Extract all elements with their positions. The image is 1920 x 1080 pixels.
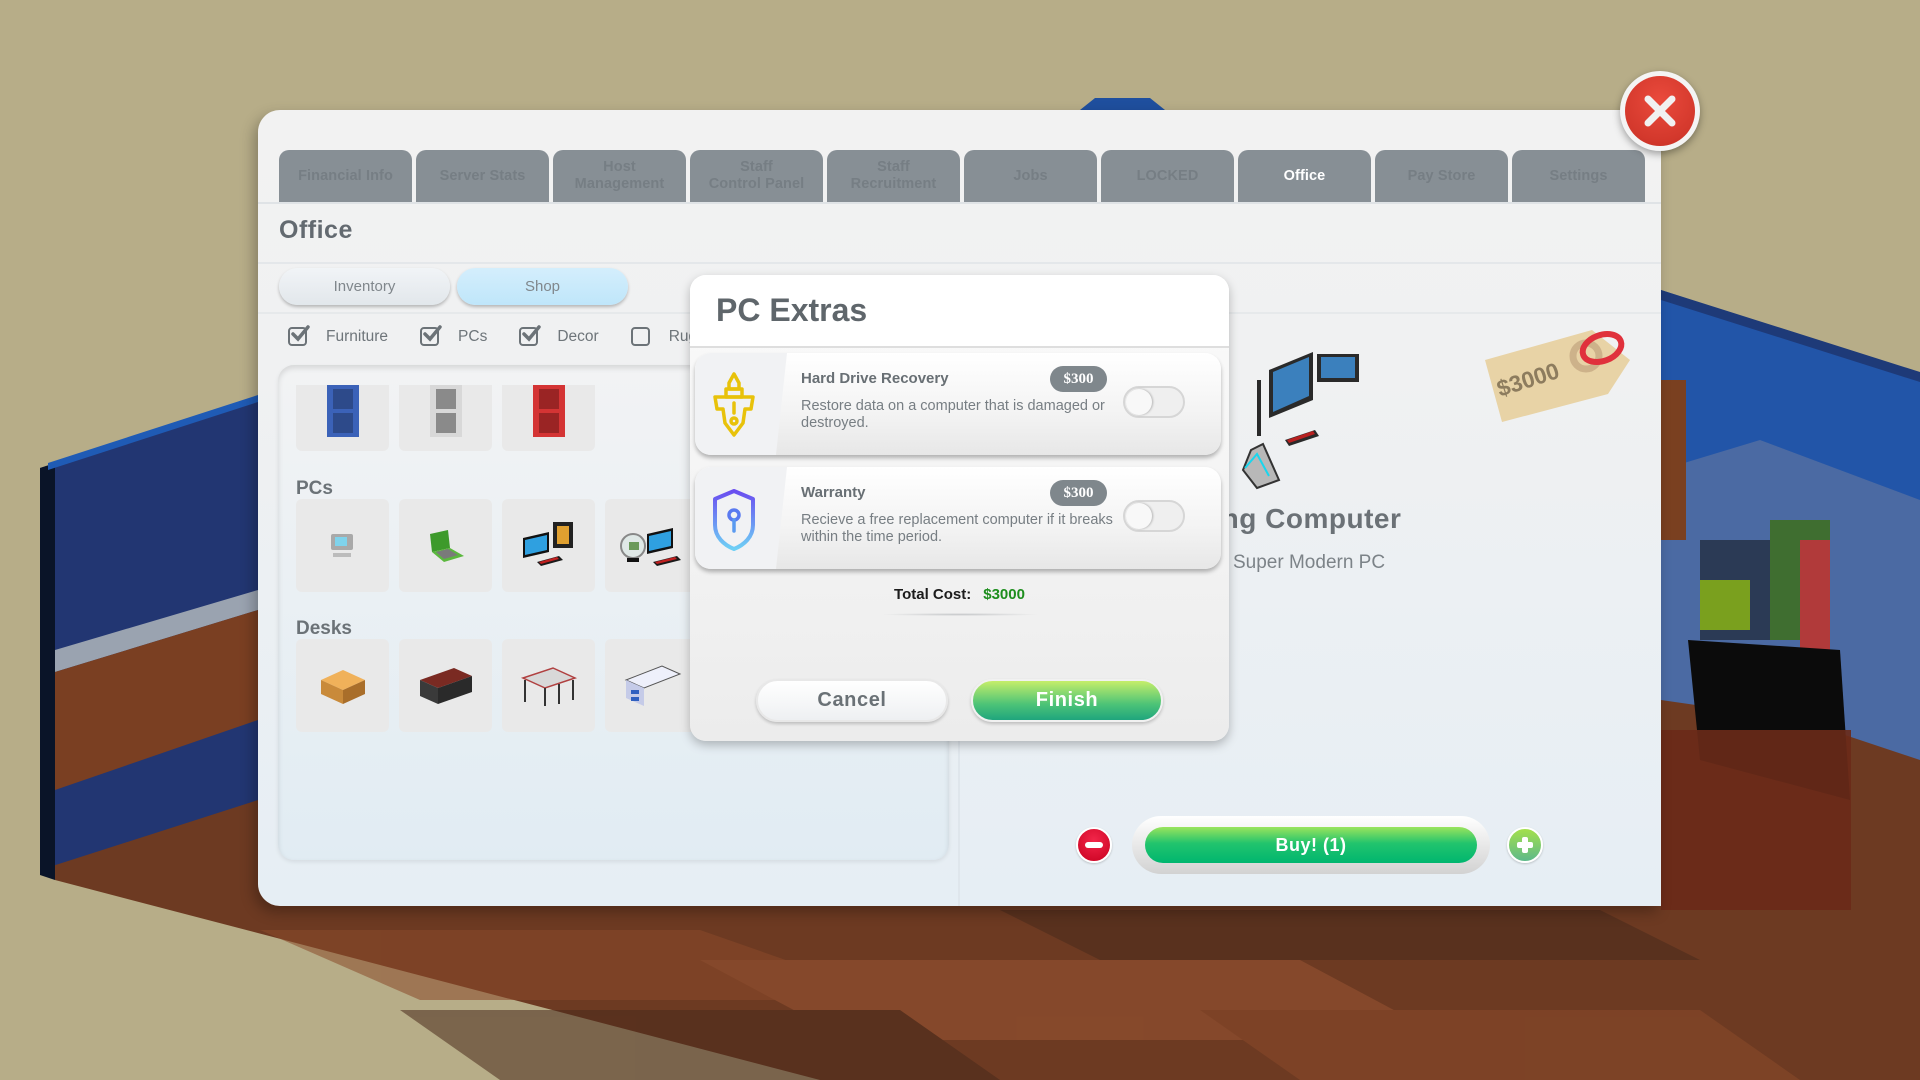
tab-locked[interactable]: LOCKED (1101, 150, 1234, 202)
tab-jobs[interactable]: Jobs (964, 150, 1097, 202)
basic-pc-icon (330, 533, 353, 557)
filter-furniture[interactable]: Furniture (288, 325, 389, 346)
shop-item-modern-white-desk[interactable] (605, 639, 698, 732)
shop-item-white-cabinet[interactable] (399, 385, 492, 451)
product-subtitle: Super Modern PC (1233, 552, 1386, 573)
checkbox-checked-icon[interactable] (519, 325, 542, 346)
shop-item-green-laptop[interactable] (399, 499, 492, 592)
title-divider (258, 262, 1661, 264)
toggle-knob (1126, 503, 1152, 529)
tab-staff-recruitment[interactable]: Staff Recruitment (827, 150, 960, 202)
filter-decor[interactable]: Decor (519, 325, 599, 346)
category-filters: Furniture PCs Decor Rugs (288, 325, 737, 346)
total-cost: Total Cost: $3000 (690, 586, 1229, 603)
extra-hard-drive-recovery: Hard Drive Recovery $300 Restore data on… (695, 353, 1221, 455)
shop-item-blue-cabinet[interactable] (296, 385, 389, 451)
decrease-quantity-button[interactable] (1076, 827, 1112, 863)
pc-extras-dialog: PC Extras Hard Drive Recovery $300 Resto… (690, 275, 1229, 741)
category-label-pcs: PCs (296, 478, 333, 499)
usb-drive-icon (713, 372, 755, 437)
filter-label: PCs (458, 327, 488, 345)
shop-item-gaming-computer[interactable] (605, 499, 698, 592)
checkbox-unchecked-icon[interactable] (630, 327, 650, 346)
shop-button[interactable]: Shop (457, 268, 628, 305)
shop-item-red-cabinet[interactable] (502, 385, 595, 451)
checkbox-checked-icon[interactable] (288, 325, 310, 346)
close-button[interactable] (1620, 71, 1700, 151)
wooden-desk-icon (320, 669, 365, 704)
shop-item-executive-desk[interactable] (399, 639, 492, 732)
filter-label: Decor (557, 327, 599, 345)
dialog-header: PC Extras (690, 275, 1229, 348)
tab-divider (258, 202, 1661, 204)
plus-icon (1517, 837, 1533, 853)
extra-description: Recieve a free replacement computer if i… (801, 512, 1113, 545)
buy-button[interactable]: Buy! (1) (1145, 827, 1477, 863)
close-button-face (1625, 76, 1695, 146)
filter-pcs[interactable]: PCs (420, 325, 488, 346)
white-cabinet-icon (429, 385, 462, 437)
cancel-button[interactable]: Cancel (756, 679, 948, 722)
shop-item-basic-pc[interactable] (296, 499, 389, 592)
category-label-desks: Desks (296, 618, 352, 639)
total-cost-label: Total Cost: (894, 586, 972, 603)
shop-item-corner-desk[interactable] (502, 639, 595, 732)
buy-button-frame: Buy! (1) (1132, 816, 1490, 874)
extra-description: Restore data on a computer that is damag… (801, 398, 1105, 431)
executive-desk-icon (419, 667, 472, 704)
extra-name: Hard Drive Recovery (801, 370, 949, 387)
shield-key-icon (713, 489, 755, 551)
total-cost-value: $3000 (983, 586, 1025, 603)
dual-monitor-pc-icon (522, 521, 573, 566)
toggle-knob (1126, 389, 1152, 415)
red-cabinet-icon (532, 385, 565, 437)
tab-office[interactable]: Office (1238, 150, 1371, 202)
main-tab-bar: Financial Info Server Stats Host Managem… (279, 150, 1645, 202)
tab-host-management[interactable]: Host Management (553, 150, 686, 202)
filter-label: Furniture (326, 327, 389, 345)
dialog-title: PC Extras (716, 292, 868, 328)
increase-quantity-button[interactable] (1507, 827, 1543, 863)
blue-cabinet-icon (326, 385, 359, 437)
extra-price-badge: $300 (1050, 480, 1107, 506)
price-tag-icon: $3000 (1485, 330, 1630, 422)
gaming-computer-preview-icon (1241, 352, 1359, 490)
hard-drive-recovery-toggle[interactable] (1123, 386, 1185, 418)
extra-name: Warranty (801, 484, 866, 501)
warranty-toggle[interactable] (1123, 500, 1185, 532)
page-title: Office (279, 216, 353, 244)
tab-financial-info[interactable]: Financial Info (279, 150, 412, 202)
pcs-row (296, 499, 698, 592)
gaming-computer-icon (619, 527, 681, 566)
desks-row (296, 639, 698, 732)
modern-white-desk-icon (624, 664, 681, 706)
tab-server-stats[interactable]: Server Stats (416, 150, 549, 202)
shop-item-wooden-desk[interactable] (296, 639, 389, 732)
total-divider (880, 613, 1040, 616)
tab-settings[interactable]: Settings (1512, 150, 1645, 202)
close-icon (1644, 95, 1676, 127)
inventory-button[interactable]: Inventory (279, 268, 450, 305)
cabinet-row (296, 385, 595, 451)
checkbox-checked-icon[interactable] (420, 325, 442, 346)
extra-price-badge: $300 (1050, 366, 1107, 392)
finish-button[interactable]: Finish (971, 679, 1163, 722)
green-laptop-icon (429, 529, 464, 562)
extra-warranty: Warranty $300 Recieve a free replacement… (695, 467, 1221, 569)
tab-pay-store[interactable]: Pay Store (1375, 150, 1508, 202)
corner-desk-icon (520, 666, 577, 706)
tab-staff-control-panel[interactable]: Staff Control Panel (690, 150, 823, 202)
minus-icon (1085, 842, 1103, 848)
shop-item-dual-monitor-pc[interactable] (502, 499, 595, 592)
